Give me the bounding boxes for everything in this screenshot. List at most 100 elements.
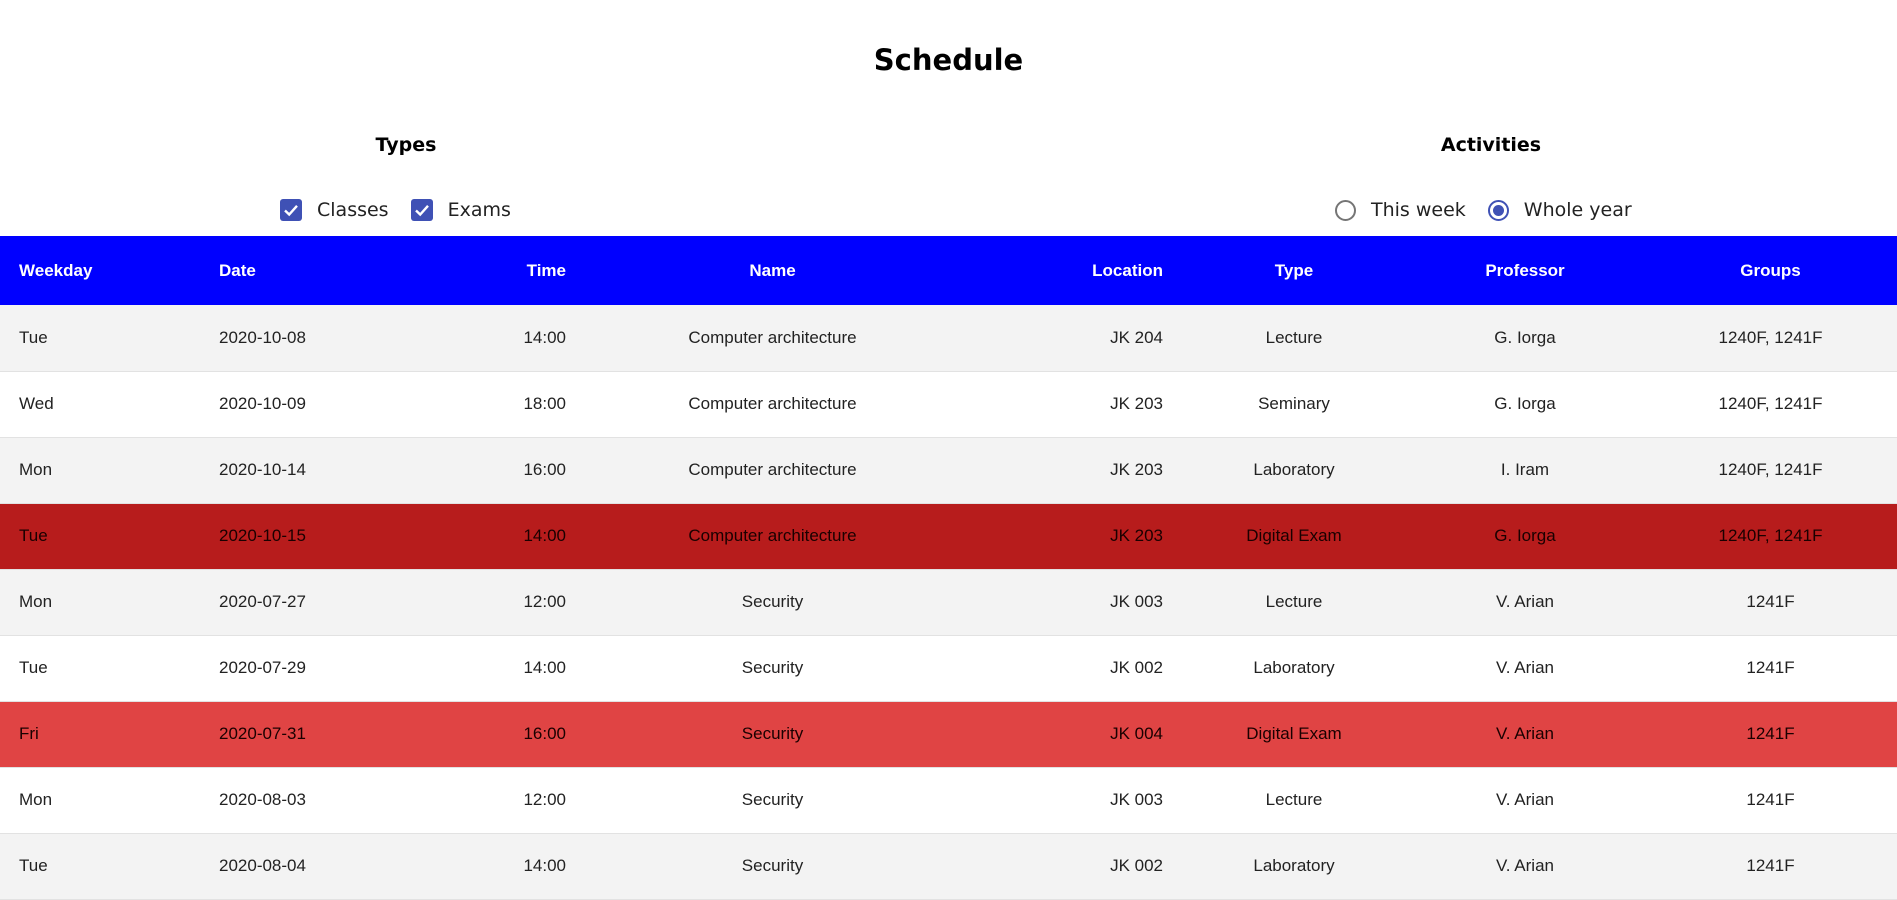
column-header-date[interactable]: Date (200, 236, 400, 305)
table-row-exam[interactable]: Tue 2020-10-15 14:00 Computer architectu… (0, 503, 1897, 569)
location-cell: JK 203 (1110, 394, 1163, 413)
name-cell: Security (741, 790, 804, 809)
time-cell: 16:00 (523, 724, 566, 743)
date-cell: 2020-10-14 (219, 460, 306, 479)
type-cell: Digital Exam (1246, 724, 1342, 743)
name-cell: Security (741, 856, 804, 875)
column-header-weekday[interactable]: Weekday (0, 236, 200, 305)
types-filter-group: Classes Exams (280, 194, 533, 226)
classes-checkbox-option[interactable]: Classes (280, 199, 389, 221)
professor-cell: V. Arian (1496, 724, 1554, 743)
exams-checkbox[interactable] (410, 199, 433, 221)
table-row[interactable]: Wed 2020-10-09 18:00 Computer architectu… (0, 371, 1897, 437)
professor-cell: V. Arian (1496, 658, 1554, 677)
date-cell: 2020-08-03 (219, 790, 306, 809)
groups-cell: 1240F, 1241F (1718, 327, 1823, 347)
this-week-radio[interactable] (1335, 199, 1356, 221)
column-header-professor[interactable]: Professor (1406, 236, 1644, 305)
name-cell: Security (741, 658, 804, 677)
name-cell: Computer architecture (688, 460, 857, 479)
type-cell: Lecture (1265, 592, 1323, 611)
page-title: Schedule (873, 43, 1024, 77)
weekday-cell: Mon (19, 460, 53, 479)
location-cell: JK 203 (1110, 526, 1163, 545)
radio-dot-icon (1492, 204, 1504, 216)
whole-year-radio[interactable] (1487, 199, 1509, 221)
this-week-label: This week (1371, 199, 1466, 221)
table-row[interactable]: Mon 2020-07-27 12:00 Security JK 003 Lec… (0, 569, 1897, 635)
activities-title: Activities (1440, 134, 1542, 156)
professor-cell: I. Iram (1500, 460, 1550, 479)
type-cell: Lecture (1265, 790, 1323, 809)
time-cell: 14:00 (523, 327, 566, 347)
groups-cell: 1240F, 1241F (1718, 526, 1823, 545)
table-row[interactable]: Mon 2020-10-14 16:00 Computer architectu… (0, 437, 1897, 503)
column-header-time[interactable]: Time (400, 236, 585, 305)
professor-cell: V. Arian (1496, 790, 1554, 809)
location-cell: JK 003 (1110, 592, 1163, 611)
date-cell: 2020-07-31 (219, 724, 306, 743)
time-cell: 12:00 (523, 790, 566, 809)
groups-cell: 1241F (1746, 658, 1795, 677)
location-cell: JK 002 (1110, 856, 1163, 875)
this-week-radio-option[interactable]: This week (1335, 199, 1466, 221)
date-cell: 2020-08-04 (219, 856, 306, 875)
table-row[interactable]: Mon 2020-08-03 12:00 Security JK 003 Lec… (0, 767, 1897, 833)
professor-cell: V. Arian (1496, 592, 1554, 611)
table-row[interactable]: Tue 2020-08-04 14:00 Security JK 002 Lab… (0, 833, 1897, 899)
weekday-cell: Tue (19, 856, 48, 875)
weekday-cell: Tue (19, 526, 48, 545)
time-cell: 14:00 (523, 856, 566, 875)
table-row-exam[interactable]: Fri 2020-07-31 16:00 Security JK 004 Dig… (0, 701, 1897, 767)
table-row[interactable]: Tue 2020-07-29 14:00 Security JK 002 Lab… (0, 635, 1897, 701)
time-cell: 14:00 (523, 658, 566, 677)
professor-cell: G. Iorga (1494, 394, 1556, 413)
groups-cell: 1240F, 1241F (1718, 460, 1823, 479)
weekday-cell: Fri (19, 724, 39, 743)
exams-label: Exams (447, 199, 511, 221)
table-header-row: Weekday Date Time Name Location Type Pro… (0, 236, 1897, 305)
weekday-cell: Mon (19, 790, 53, 809)
professor-cell: G. Iorga (1494, 327, 1556, 347)
activities-filter-group: This week Whole year (1335, 194, 1654, 226)
weekday-cell: Wed (19, 394, 54, 413)
date-cell: 2020-07-29 (219, 658, 306, 677)
groups-cell: 1241F (1746, 856, 1795, 875)
date-cell: 2020-07-27 (219, 592, 306, 611)
types-title: Types (375, 134, 437, 156)
whole-year-radio-option[interactable]: Whole year (1487, 199, 1632, 221)
location-cell: JK 204 (1110, 327, 1163, 347)
type-cell: Seminary (1258, 394, 1330, 413)
date-cell: 2020-10-08 (219, 327, 306, 347)
name-cell: Computer architecture (688, 327, 857, 347)
column-header-name[interactable]: Name (585, 236, 960, 305)
name-cell: Security (741, 724, 804, 743)
type-cell: Lecture (1265, 327, 1323, 347)
weekday-cell: Mon (19, 592, 53, 611)
location-cell: JK 003 (1110, 790, 1163, 809)
time-cell: 14:00 (523, 526, 566, 545)
column-header-type[interactable]: Type (1182, 236, 1406, 305)
type-cell: Laboratory (1253, 658, 1335, 677)
time-cell: 16:00 (523, 460, 566, 479)
location-cell: JK 002 (1110, 658, 1163, 677)
weekday-cell: Tue (19, 327, 48, 347)
classes-checkbox[interactable] (280, 199, 302, 221)
type-cell: Laboratory (1253, 856, 1335, 875)
location-cell: JK 004 (1110, 724, 1163, 743)
checkmark-icon (284, 204, 298, 217)
name-cell: Computer architecture (688, 526, 857, 545)
time-cell: 18:00 (523, 394, 566, 413)
groups-cell: 1241F (1746, 790, 1795, 809)
column-header-location[interactable]: Location (960, 236, 1182, 305)
groups-cell: 1241F (1746, 592, 1795, 611)
exams-checkbox-option[interactable]: Exams (410, 199, 511, 221)
checkmark-icon (414, 204, 429, 217)
column-header-groups[interactable]: Groups (1644, 236, 1897, 305)
location-cell: JK 203 (1110, 460, 1163, 479)
schedule-table: Weekday Date Time Name Location Type Pro… (0, 236, 1897, 900)
table-row[interactable]: Tue 2020-10-08 14:00 Computer architectu… (0, 305, 1897, 371)
type-cell: Digital Exam (1246, 526, 1342, 545)
groups-cell: 1240F, 1241F (1718, 394, 1823, 413)
date-cell: 2020-10-15 (219, 526, 306, 545)
